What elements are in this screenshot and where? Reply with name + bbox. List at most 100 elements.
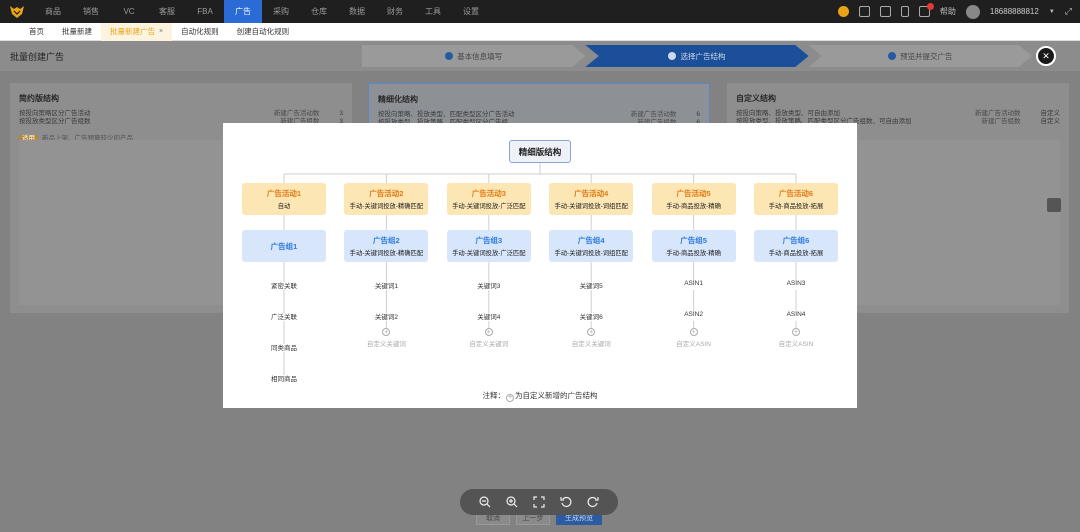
row-desc: 按投放类型区分广告组数 bbox=[19, 118, 91, 125]
keyword-node: ASIN1 bbox=[684, 280, 703, 287]
custom-node: 自定义关键词 bbox=[469, 341, 509, 348]
row-desc: 按投向策略、投放类型、可自由添加 bbox=[736, 110, 840, 117]
nav-item[interactable]: FBA bbox=[186, 0, 224, 23]
nav-item[interactable]: 客服 bbox=[148, 0, 186, 23]
image-viewer-toolbar bbox=[460, 489, 618, 515]
ad-group-node: 广告组6 手动-商品投放-拓展 bbox=[754, 230, 838, 262]
tab-label: 创建自动化规则 bbox=[236, 27, 290, 36]
custom-node: 自定义ASIN bbox=[778, 341, 814, 348]
card-row: 按投向策略、投放类型、匹配类型区分广告活动 新建广告活动数 6 bbox=[378, 111, 700, 119]
campaign-node: 广告活动6 手动-商品投放-拓展 bbox=[754, 183, 838, 215]
keyword-node: 相同商品 bbox=[271, 376, 297, 383]
campaign-title: 广告活动3 bbox=[471, 189, 506, 198]
coin-icon[interactable] bbox=[837, 6, 849, 17]
ad-group-node: 广告组3 手动-关键词投放-广泛匹配 bbox=[446, 230, 531, 262]
ad-group-node: 广告组4 手动-关键词投放-词组匹配 bbox=[549, 230, 634, 262]
row-stat: 新建广告活动数 6 bbox=[631, 111, 700, 119]
nav-item[interactable]: 仓库 bbox=[300, 0, 338, 23]
logo-icon[interactable] bbox=[0, 0, 34, 23]
custom-node: 自定义ASIN bbox=[676, 341, 711, 348]
notification-badge bbox=[926, 3, 934, 10]
user-phone[interactable]: 18688888812 bbox=[990, 7, 1039, 16]
tab-item[interactable]: 自动化规则 bbox=[172, 23, 228, 41]
tree-connectors bbox=[283, 163, 797, 375]
zoom-icon[interactable] bbox=[1047, 198, 1061, 212]
keyword-node: 紧密关联 bbox=[271, 283, 297, 290]
nav-item[interactable]: 广告 bbox=[224, 0, 262, 23]
step-dot-icon bbox=[888, 52, 897, 60]
rotate-right-icon[interactable] bbox=[586, 496, 599, 509]
row-stat: 新建广告组数 自定义 bbox=[982, 118, 1061, 126]
step-label: 选择广告结构 bbox=[680, 51, 726, 61]
keyword-node: 关键词2 bbox=[374, 314, 398, 321]
keyword-node: 关键词6 bbox=[579, 314, 603, 321]
step-label: 预览并提交广告 bbox=[900, 51, 953, 61]
campaign-subtitle: 手动-关键词投放-广泛匹配 bbox=[452, 203, 526, 210]
nav-item[interactable]: 销售 bbox=[72, 0, 110, 23]
ad-group-subtitle: 手动-商品投放-拓展 bbox=[768, 250, 824, 257]
expand-icon[interactable]: ⤢ bbox=[1065, 6, 1072, 17]
step-label: 基本信息填写 bbox=[457, 51, 503, 61]
doc-icon[interactable] bbox=[879, 6, 891, 17]
ad-group-subtitle: 手动-关键词投放-词组匹配 bbox=[554, 250, 628, 257]
zoom-in-icon[interactable] bbox=[506, 496, 519, 509]
keyword-node: ASIN4 bbox=[786, 311, 806, 318]
nav-item[interactable]: 数据 bbox=[338, 0, 376, 23]
row-stat: 新建广告活动数 自定义 bbox=[975, 110, 1060, 118]
ad-group-title: 广告组1 bbox=[270, 241, 298, 251]
nav-item[interactable]: 采购 bbox=[262, 0, 300, 23]
campaign-subtitle: 手动-商品投放-精确 bbox=[666, 203, 721, 210]
keyword-node: 关键词5 bbox=[579, 283, 603, 290]
row-key: 新建广告活动数 bbox=[273, 110, 320, 117]
add-circle-icon: + bbox=[484, 328, 493, 336]
mobile-icon[interactable] bbox=[900, 6, 909, 17]
check-circle-icon bbox=[445, 52, 454, 60]
nav-item[interactable]: 商品 bbox=[34, 0, 72, 23]
campaign-node: 广告活动1 自动 bbox=[242, 183, 326, 215]
ad-group-title: 广告组6 bbox=[782, 236, 810, 245]
campaign-node: 广告活动4 手动-关键词投放-词组匹配 bbox=[549, 183, 634, 215]
campaign-title: 广告活动6 bbox=[778, 189, 814, 198]
tab-label: 批量新建广告 bbox=[110, 27, 155, 36]
keyword-node: 关键词4 bbox=[477, 314, 501, 321]
download-icon[interactable] bbox=[858, 6, 870, 17]
campaign-node: 广告活动2 手动-关键词投放-精确匹配 bbox=[344, 183, 429, 215]
step-item: 基本信息填写 bbox=[362, 45, 586, 67]
custom-node: 自定义关键词 bbox=[366, 341, 406, 348]
root-node: 精细版结构 bbox=[509, 140, 571, 163]
bell-icon[interactable] bbox=[918, 3, 934, 17]
keyword-node: ASIN2 bbox=[684, 311, 703, 318]
zoom-out-icon[interactable] bbox=[479, 496, 492, 509]
nav-item[interactable]: 财务 bbox=[376, 0, 414, 23]
close-icon[interactable]: × bbox=[159, 28, 163, 35]
tab-item[interactable]: 批量新建广告 × bbox=[101, 22, 173, 41]
ad-group-title: 广告组2 bbox=[373, 236, 400, 245]
help-link[interactable]: 帮助 bbox=[940, 6, 956, 17]
close-preview-button[interactable]: ✕ bbox=[1036, 46, 1056, 66]
ad-group-node: 广告组1 bbox=[242, 230, 326, 262]
keyword-node: 同类商品 bbox=[271, 345, 297, 352]
rotate-left-icon[interactable] bbox=[559, 496, 572, 509]
tab-label: 首页 bbox=[29, 27, 44, 36]
step-progress: 基本信息填写 选择广告结构 预览并提交广告 bbox=[362, 45, 1032, 67]
row-stat: 新建广告活动数 3 bbox=[274, 110, 343, 118]
row-desc: 按投向策略区分广告活动 bbox=[19, 110, 91, 117]
chevron-down-icon[interactable]: ▼ bbox=[1049, 9, 1055, 15]
tab-item[interactable]: 首页 bbox=[20, 23, 53, 41]
nav-item[interactable]: 设置 bbox=[452, 0, 490, 23]
row-key: 新建广告活动数 bbox=[630, 111, 677, 118]
nav-item[interactable]: 工具 bbox=[414, 0, 452, 23]
tab-label: 批量新建 bbox=[62, 27, 92, 36]
avatar[interactable] bbox=[965, 4, 980, 19]
ad-group-node: 广告组5 手动-商品投放-精确 bbox=[651, 230, 736, 262]
card-row: 按投向策略、投放类型、可自由添加 新建广告活动数 自定义 bbox=[736, 110, 1060, 118]
tab-item[interactable]: 批量新建 bbox=[53, 23, 101, 41]
campaign-title: 广告活动5 bbox=[676, 189, 711, 198]
page-tabs: 首页 批量新建 批量新建广告 × 自动化规则 创建自动化规则 bbox=[0, 22, 1080, 41]
fullscreen-icon[interactable] bbox=[532, 496, 545, 509]
row-key: 新建广告组数 bbox=[981, 118, 1021, 125]
card-title: 精细化结构 bbox=[378, 95, 418, 104]
nav-item[interactable]: VC bbox=[110, 0, 148, 23]
step-item: 预览并提交广告 bbox=[808, 45, 1032, 67]
tab-item[interactable]: 创建自动化规则 bbox=[228, 23, 299, 41]
